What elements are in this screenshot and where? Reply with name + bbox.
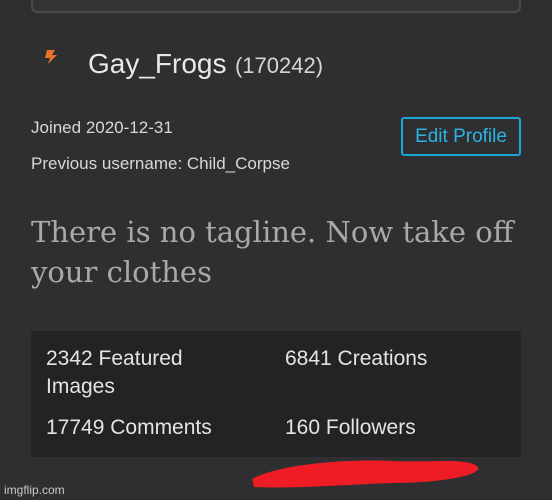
lightning-logo-icon [37, 46, 65, 68]
top-panel-edge [31, 0, 521, 13]
imgflip-watermark: imgflip.com [4, 483, 65, 497]
user-id: (170242) [234, 53, 324, 78]
previous-username: Previous username: Child_Corpse [31, 154, 290, 173]
tagline: There is no tagline. Now take off your c… [31, 215, 514, 289]
stat-creations[interactable]: 6841 Creations [285, 345, 427, 373]
stat-comments[interactable]: 17749 Comments [46, 414, 212, 442]
red-underline-annotation [242, 449, 484, 493]
stats-panel: 2342 Featured Images 6841 Creations 1774… [31, 331, 521, 457]
username-row: Gay_Frogs (170242) [88, 48, 323, 80]
stat-featured-images[interactable]: 2342 Featured Images [46, 345, 246, 401]
joined-date: Joined 2020-12-31 [31, 118, 173, 137]
stat-followers[interactable]: 160 Followers [285, 414, 416, 442]
edit-profile-button[interactable]: Edit Profile [401, 117, 521, 156]
username: Gay_Frogs [88, 48, 227, 79]
